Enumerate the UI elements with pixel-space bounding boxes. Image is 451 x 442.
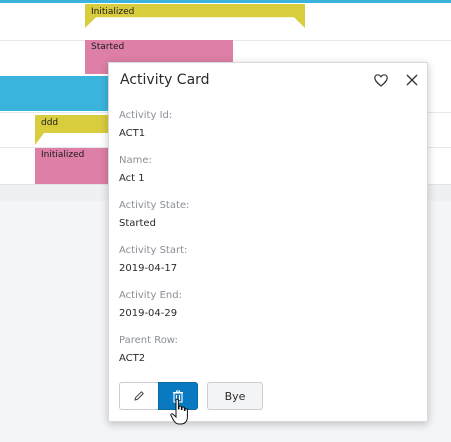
card-title: Activity Card bbox=[120, 72, 210, 88]
hand-pointer-icon bbox=[170, 398, 188, 425]
bye-button[interactable]: Bye bbox=[207, 382, 263, 410]
field-value: ACT1 bbox=[119, 128, 146, 139]
heart-icon bbox=[374, 73, 388, 87]
field-activity-state: Activity State: Started bbox=[119, 199, 189, 231]
activity-bar[interactable]: Initialized bbox=[85, 4, 305, 28]
field-label: Parent Row: bbox=[119, 335, 178, 346]
field-value: Started bbox=[119, 218, 156, 229]
favorite-button[interactable] bbox=[371, 70, 391, 90]
activity-bar-label: Initialized bbox=[91, 7, 135, 17]
field-label: Name: bbox=[119, 155, 152, 166]
activity-card: Activity Card Activity Id: ACT1 Name: Ac… bbox=[108, 62, 428, 422]
field-value: Act 1 bbox=[119, 173, 145, 184]
edit-button[interactable] bbox=[119, 382, 159, 410]
close-button[interactable] bbox=[402, 70, 422, 90]
field-value: 2019-04-17 bbox=[119, 263, 178, 274]
field-activity-end: Activity End: 2019-04-29 bbox=[119, 289, 182, 321]
field-label: Activity End: bbox=[119, 290, 182, 301]
field-name: Name: Act 1 bbox=[119, 154, 152, 186]
field-label: Activity Start: bbox=[119, 245, 188, 256]
field-parent-row: Parent Row: ACT2 bbox=[119, 334, 178, 366]
pencil-icon bbox=[134, 391, 144, 401]
field-value: 2019-04-29 bbox=[119, 308, 178, 319]
field-activity-start: Activity Start: 2019-04-17 bbox=[119, 244, 187, 276]
gantt-top-border bbox=[0, 0, 451, 3]
field-value: ACT2 bbox=[119, 353, 146, 364]
field-label: Activity State: bbox=[119, 200, 190, 211]
activity-bar-label: ddd bbox=[41, 118, 59, 128]
selected-row-band bbox=[0, 76, 118, 111]
field-label: Activity Id: bbox=[119, 110, 173, 121]
activity-bar-label: Started bbox=[91, 42, 125, 52]
activity-bar-label: Initialized bbox=[41, 150, 85, 160]
close-icon bbox=[406, 74, 418, 86]
field-activity-id: Activity Id: ACT1 bbox=[119, 109, 172, 141]
